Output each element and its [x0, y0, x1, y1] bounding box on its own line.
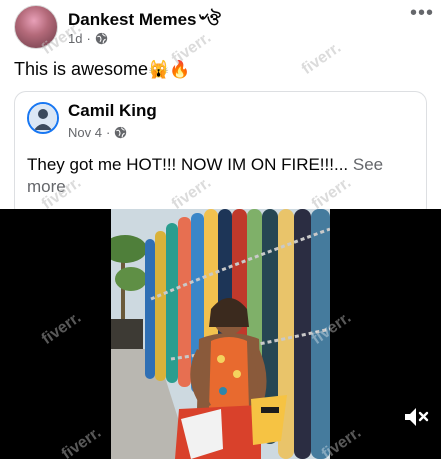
fire-emoji: 🔥	[169, 60, 191, 79]
shared-author-name[interactable]: Camil King	[68, 101, 157, 121]
scream-cat-emoji: 🙀	[148, 60, 170, 79]
post-caption-text: This is awesome	[14, 59, 149, 79]
globe-icon	[95, 32, 107, 45]
globe-icon	[115, 126, 127, 139]
post-caption: This is awesome🙀🔥	[14, 59, 190, 80]
video-still-image	[111, 209, 330, 459]
post-meta: 1d ·	[68, 31, 108, 46]
mute-toggle-button[interactable]	[402, 405, 432, 431]
shared-post-text: They got me HOT!!! NOW IM ON FIRE!!!... …	[27, 154, 407, 198]
post-timestamp[interactable]: 1d	[68, 31, 82, 46]
shared-author-avatar[interactable]	[27, 102, 59, 134]
person-icon	[29, 104, 57, 132]
video-player[interactable]	[0, 209, 441, 459]
post-options-button[interactable]: •••	[410, 3, 434, 23]
meta-separator: ·	[105, 125, 111, 140]
shared-post-body: They got me HOT!!! NOW IM ON FIRE!!!...	[27, 155, 349, 174]
page-avatar[interactable]	[14, 5, 58, 49]
meta-separator: ·	[86, 31, 91, 46]
shared-post-card[interactable]: Camil King Nov 4 · They got me HOT!!! NO…	[14, 91, 427, 219]
shared-post-timestamp[interactable]: Nov 4	[68, 125, 102, 140]
post-header: Dankest Memes৺ঔ 1d · •••	[14, 3, 434, 51]
video-frame	[111, 209, 330, 459]
shared-post-meta: Nov 4 ·	[68, 125, 127, 140]
speaker-muted-icon	[405, 408, 429, 426]
